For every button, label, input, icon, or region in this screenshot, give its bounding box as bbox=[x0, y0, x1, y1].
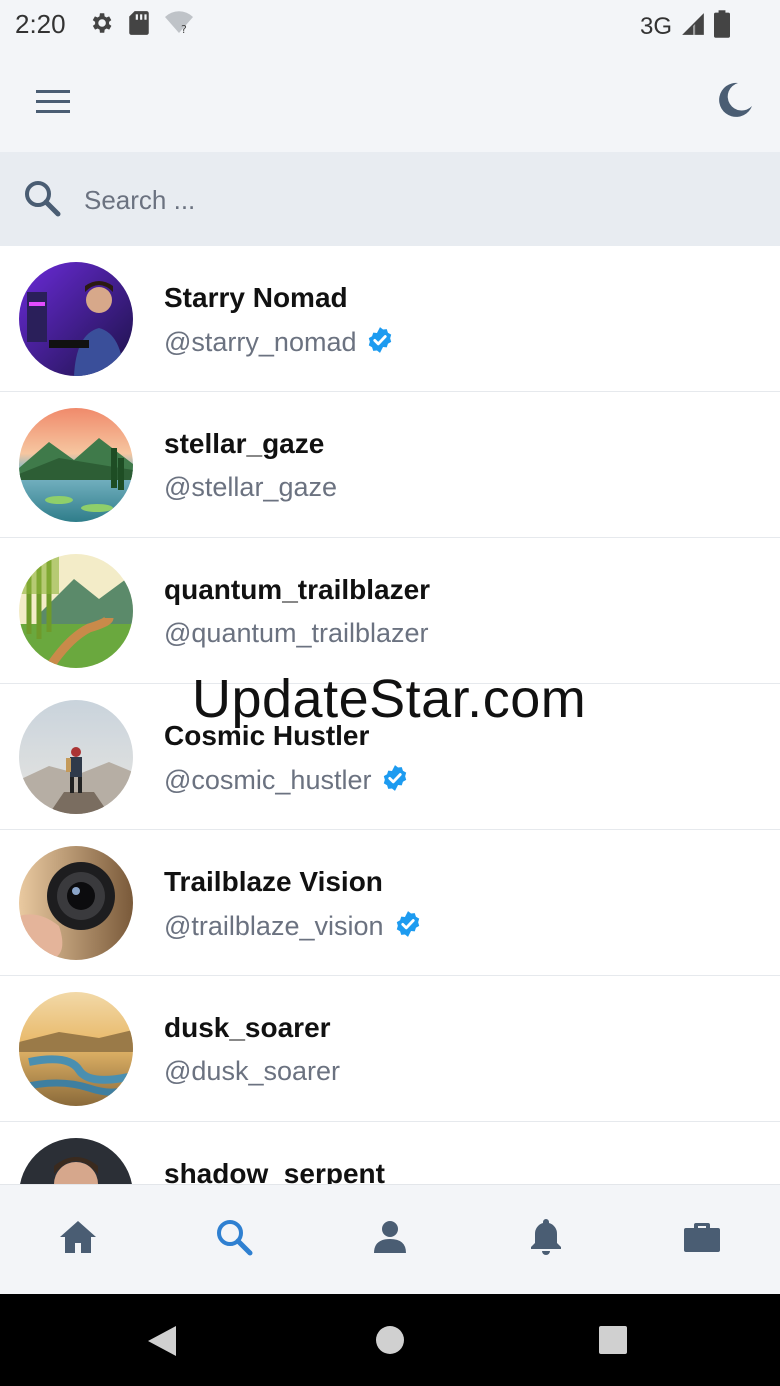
list-item[interactable]: Trailblaze Vision @trailblaze_vision bbox=[0, 830, 780, 976]
status-icons-left: ? bbox=[88, 10, 194, 41]
verified-badge-icon bbox=[381, 764, 409, 797]
home-circle-icon[interactable] bbox=[374, 1324, 406, 1361]
network-type: 3G bbox=[639, 12, 672, 40]
dark-mode-moon-icon[interactable] bbox=[714, 80, 754, 120]
user-list: Starry Nomad @starry_nomad stellar_gaze … bbox=[0, 246, 780, 1184]
user-handle: @dusk_soarer bbox=[164, 1056, 340, 1086]
avatar bbox=[19, 554, 133, 668]
avatar bbox=[19, 1138, 133, 1184]
status-bar: 2:20 ? 3G bbox=[0, 0, 780, 48]
handle-row: @trailblaze_vision bbox=[164, 910, 422, 943]
system-nav-bar bbox=[0, 1294, 780, 1386]
settings-icon bbox=[88, 10, 114, 41]
battery-icon bbox=[714, 10, 730, 43]
user-name: dusk_soarer bbox=[164, 1012, 331, 1043]
avatar bbox=[19, 408, 133, 522]
handle-row: @cosmic_hustler bbox=[164, 764, 409, 797]
recents-square-icon[interactable] bbox=[598, 1325, 628, 1360]
verified-badge-icon bbox=[394, 910, 422, 943]
menu-icon[interactable] bbox=[32, 84, 74, 118]
user-handle: @starry_nomad bbox=[164, 327, 357, 357]
search-input[interactable] bbox=[82, 174, 746, 226]
user-handle: @quantum_trailblazer bbox=[164, 618, 429, 648]
notifications-bell-icon[interactable] bbox=[524, 1215, 568, 1259]
nav-search-icon[interactable] bbox=[212, 1215, 256, 1259]
signal-icon bbox=[680, 11, 706, 42]
wifi-unknown-icon: ? bbox=[164, 10, 194, 41]
list-item[interactable]: dusk_soarer @dusk_soarer bbox=[0, 976, 780, 1122]
user-name: quantum_trailblazer bbox=[164, 574, 431, 605]
verified-badge-icon bbox=[366, 326, 394, 359]
user-handle: @cosmic_hustler bbox=[164, 765, 372, 795]
user-handle: @trailblaze_vision bbox=[164, 911, 384, 941]
user-name: stellar_gaze bbox=[164, 428, 325, 459]
handle-row: @starry_nomad bbox=[164, 326, 394, 359]
app-bar bbox=[0, 48, 780, 152]
list-item[interactable]: Cosmic Hustler @cosmic_hustler bbox=[0, 684, 780, 830]
status-time: 2:20 bbox=[15, 9, 66, 39]
svg-text:?: ? bbox=[181, 23, 187, 36]
list-item[interactable]: quantum_trailblazer @quantum_trailblazer bbox=[0, 538, 780, 684]
user-handle: @stellar_gaze bbox=[164, 472, 337, 502]
search-bar bbox=[0, 152, 780, 246]
avatar bbox=[19, 262, 133, 376]
user-name: Trailblaze Vision bbox=[164, 866, 383, 897]
list-item[interactable]: Starry Nomad @starry_nomad bbox=[0, 246, 780, 392]
user-name: shadow_serpent bbox=[164, 1158, 385, 1184]
status-right: 3G bbox=[640, 10, 730, 43]
search-icon[interactable] bbox=[22, 178, 62, 218]
handle-row: @dusk_soarer bbox=[164, 1056, 340, 1087]
avatar bbox=[19, 992, 133, 1106]
profile-icon[interactable] bbox=[368, 1215, 412, 1259]
bottom-nav bbox=[0, 1184, 780, 1295]
avatar bbox=[19, 700, 133, 814]
handle-row: @stellar_gaze bbox=[164, 472, 337, 503]
user-name: Cosmic Hustler bbox=[164, 720, 370, 751]
sd-card-icon bbox=[128, 10, 150, 41]
handle-row: @quantum_trailblazer bbox=[164, 618, 429, 649]
back-icon[interactable] bbox=[146, 1324, 178, 1363]
avatar bbox=[19, 846, 133, 960]
user-name: Starry Nomad bbox=[164, 282, 348, 313]
list-item[interactable]: shadow_serpent bbox=[0, 1122, 780, 1184]
list-item[interactable]: stellar_gaze @stellar_gaze bbox=[0, 392, 780, 538]
home-icon[interactable] bbox=[56, 1215, 100, 1259]
briefcase-icon[interactable] bbox=[680, 1215, 724, 1259]
